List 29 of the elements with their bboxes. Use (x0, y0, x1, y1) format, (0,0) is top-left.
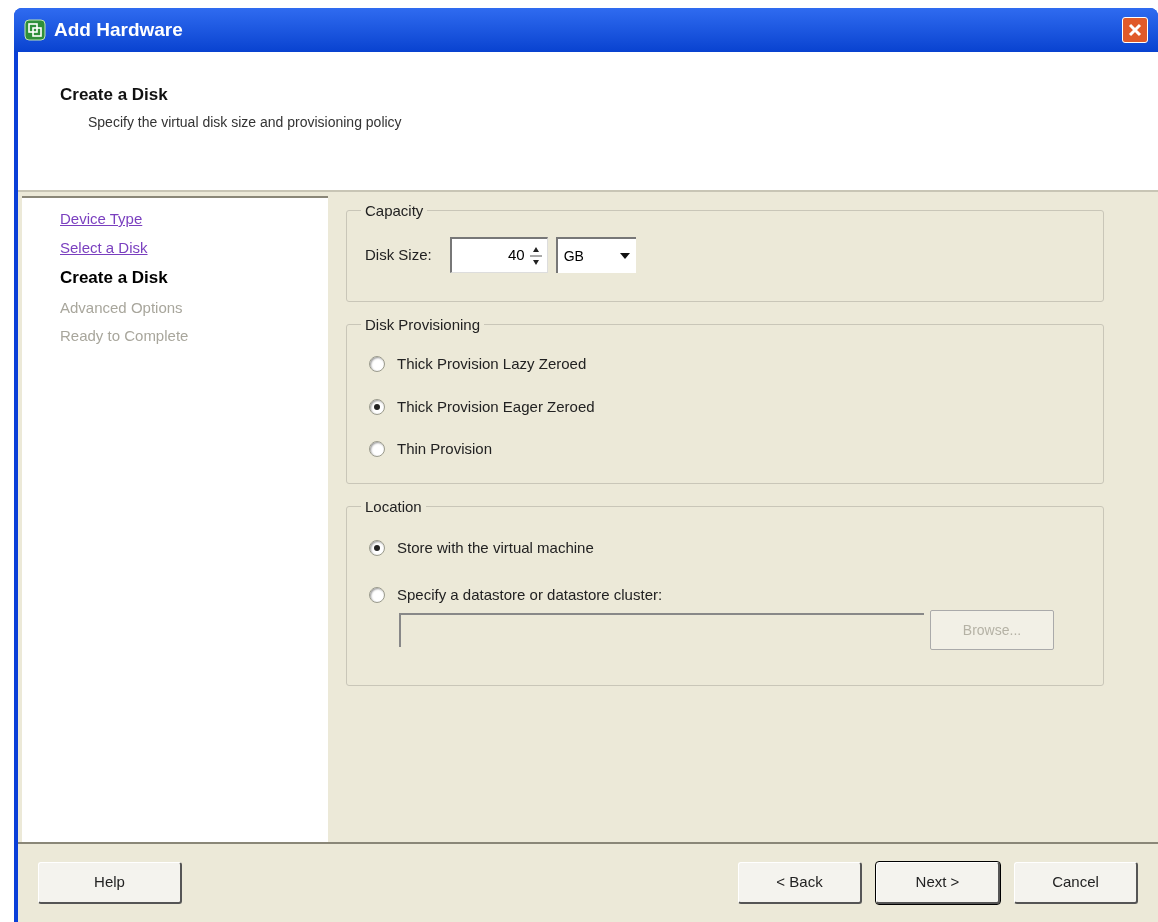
dropdown-arrow-icon (619, 253, 630, 259)
app-icon (24, 19, 46, 41)
unit-dropdown[interactable]: GB (555, 237, 636, 273)
radio-label: Store with the virtual machine (397, 538, 594, 558)
page-subtitle: Specify the virtual disk size and provisioning policy (88, 112, 403, 132)
radio-label: Thin Provision (397, 439, 493, 459)
radio-button[interactable] (369, 356, 385, 373)
back-button[interactable]: < Back (738, 862, 862, 904)
radio-button[interactable] (369, 441, 385, 458)
window-title: Add Hardware (54, 17, 183, 42)
radio-button[interactable] (369, 398, 385, 415)
help-button[interactable]: Help (38, 862, 182, 904)
wizard-step: Advanced Options (60, 296, 183, 319)
wizard-step[interactable]: Device Type (60, 208, 143, 231)
close-button[interactable] (1122, 17, 1148, 43)
disk-size-label: Disk Size: (365, 244, 432, 265)
cancel-button[interactable]: Cancel (1014, 862, 1138, 904)
page-title: Create a Disk (60, 84, 169, 106)
radio-label: Specify a datastore or datastore cluster: (397, 584, 663, 605)
radio-button[interactable] (369, 586, 385, 603)
radio-label: Thick Provision Eager Zeroed (397, 396, 595, 417)
radio-label: Thick Provision Lazy Zeroed (397, 354, 587, 374)
radio-button[interactable] (369, 540, 385, 557)
wizard-step: Ready to Complete (60, 325, 189, 348)
wizard-step: Create a Disk (60, 265, 168, 291)
next-button[interactable]: Next > (876, 862, 1000, 904)
wizard-step[interactable]: Select a Disk (60, 236, 148, 259)
close-icon (1128, 23, 1142, 37)
disk-size-spinner[interactable]: 40 (449, 237, 548, 273)
